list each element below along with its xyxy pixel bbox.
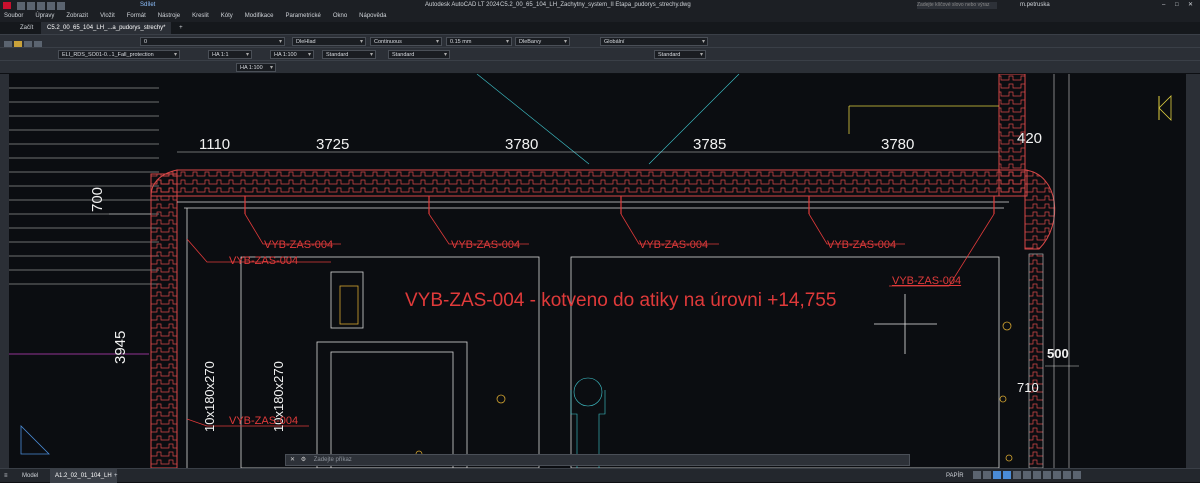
color-dropdown[interactable]: DleHlad	[292, 37, 366, 47]
tab-model[interactable]: Model	[22, 469, 38, 483]
dim-left-3945: 3945	[112, 330, 129, 364]
dim-left-700: 700	[89, 186, 106, 212]
user-name[interactable]: m.petruska	[1020, 0, 1050, 11]
undo-icon[interactable]	[47, 2, 55, 10]
document-tabs: Začít C5.2_00_65_104_LH_...a_pudorys_str…	[0, 22, 1200, 34]
menu-item-10[interactable]: Okno	[333, 13, 347, 19]
linetype-dropdown[interactable]: Continuous	[370, 37, 442, 47]
menu-item-7[interactable]: Kóty	[221, 13, 233, 19]
maximize-icon[interactable]: □	[1175, 0, 1179, 11]
customize-icon[interactable]	[1073, 471, 1081, 480]
toolbar-styles: ELI_RDS_SO01-0...1_Fall_protection HA 1:…	[0, 47, 1200, 60]
dim-top-6: 420	[1017, 130, 1043, 147]
command-input[interactable]: Zadejte příkaz	[314, 457, 352, 463]
open-icon[interactable]	[27, 2, 35, 10]
toolbar-draw: HA 1:100	[0, 60, 1200, 73]
save-icon[interactable]	[37, 2, 45, 10]
menu-item-6[interactable]: Kreslit	[192, 13, 209, 19]
right-tool-palette[interactable]	[1186, 74, 1200, 468]
command-wrench-icon[interactable]: ⚙	[301, 457, 306, 463]
viewport-scale-dropdown[interactable]: HA 1:100	[270, 50, 314, 60]
ucs-dropdown[interactable]: Globální	[600, 37, 708, 47]
osnap-icon[interactable]	[1013, 471, 1021, 480]
dim-right-710: 710	[1017, 380, 1039, 395]
title-bar: Sdílet Autodesk AutoCAD LT 2024 C5.2_00_…	[0, 0, 1200, 11]
left-tool-palette[interactable]	[0, 74, 9, 468]
plotstyle-dropdown[interactable]: DleBarvy	[515, 37, 570, 47]
polar-icon[interactable]	[1003, 471, 1011, 480]
menu-item-5[interactable]: Nástroje	[158, 13, 180, 19]
dim-top-4: 3785	[693, 136, 727, 153]
vertical-label-1: 10x180x270	[202, 361, 217, 432]
menu-item-1[interactable]: Úpravy	[35, 13, 54, 19]
anchor-tag-7: VYB-ZAS-004	[229, 415, 299, 427]
isolate-icon[interactable]	[1053, 471, 1061, 480]
command-close-icon[interactable]: ✕	[290, 457, 295, 463]
status-toggles	[972, 469, 1082, 483]
menu-item-4[interactable]: Formát	[127, 13, 146, 19]
add-tab-button[interactable]: +	[173, 22, 189, 34]
dim-style-dropdown[interactable]: Standard	[388, 50, 450, 60]
new-icon[interactable]	[17, 2, 25, 10]
scale3-dropdown[interactable]: HA 1:100	[236, 63, 276, 73]
grid-icon[interactable]	[973, 471, 981, 480]
lineweight-dropdown[interactable]: 0.15 mm	[446, 37, 512, 47]
command-line[interactable]: ✕ ⚙ Zadejte příkaz	[285, 454, 910, 466]
ortho-icon[interactable]	[993, 471, 1001, 480]
menu-item-9[interactable]: Parametrické	[285, 13, 320, 19]
layer2-dropdown[interactable]: ELI_RDS_SO01-0...1_Fall_protection	[58, 50, 180, 60]
anchoring-note: VYB-ZAS-004 - kotveno do atiky na úrovni…	[405, 290, 837, 311]
tab-drawing-file[interactable]: C5.2_00_65_104_LH_...a_pudorys_strechy*	[41, 22, 172, 34]
text-style-dropdown[interactable]: Standard	[322, 50, 376, 60]
anchor-tag-5: VYB-ZAS-004	[892, 275, 962, 287]
menu-item-8[interactable]: Modifikace	[245, 13, 274, 19]
dim-top-1: 1110	[199, 136, 231, 153]
tab-layout[interactable]: A1.2_02_01_104_LH	[50, 469, 117, 483]
drawing-geometry	[9, 74, 1172, 468]
menu-bar: Soubor Úpravy Zobrazit Vložit Formát Nástroje…	[0, 11, 1200, 22]
snap-icon[interactable]	[983, 471, 991, 480]
annotation-icon[interactable]	[1023, 471, 1031, 480]
minimize-icon[interactable]: –	[1162, 0, 1165, 11]
layer-dropdown[interactable]: 0	[140, 37, 285, 47]
autocad-logo-icon[interactable]	[3, 2, 11, 9]
share-button[interactable]: Sdílet	[140, 0, 155, 11]
workspace-icon[interactable]	[1033, 471, 1041, 480]
fullscreen-icon[interactable]	[1063, 471, 1071, 480]
menu-item-11[interactable]: Nápověda	[359, 13, 386, 19]
tab-start[interactable]: Začít	[14, 22, 39, 34]
redo-icon[interactable]	[57, 2, 65, 10]
drawing-canvas[interactable]: 1110 3725 3780 3785 3780 420 700 3945 50…	[9, 74, 1186, 468]
add-layout-button[interactable]: +	[114, 469, 118, 483]
dim-right-500: 500	[1047, 346, 1069, 361]
anchor-tag-2: VYB-ZAS-004	[451, 239, 521, 251]
dim-top-3: 3780	[505, 136, 539, 153]
table-style-dropdown[interactable]: Standard	[654, 50, 706, 60]
file-name: C5.2_00_65_104_LH_Zachytny_system_II Eta…	[500, 2, 691, 8]
space-toggle[interactable]: PAPÍR	[946, 469, 964, 483]
menu-item-3[interactable]: Vložit	[100, 13, 115, 19]
annotation-scale-dropdown[interactable]: HA 1:1	[208, 50, 252, 60]
layout-menu-icon[interactable]: ≡	[4, 469, 8, 483]
menu-item-0[interactable]: Soubor	[4, 13, 23, 19]
app-title: Autodesk AutoCAD LT 2024	[425, 2, 500, 8]
menu-item-2[interactable]: Zobrazit	[66, 13, 88, 19]
search-input[interactable]: Zadejte klíčové slovo nebo výraz	[917, 2, 997, 9]
lock-icon[interactable]	[1043, 471, 1051, 480]
toolbar-layers: 0 DleHlad Continuous 0.15 mm DleBarvy Gl…	[0, 34, 1200, 49]
anchor-tag-3: VYB-ZAS-004	[639, 239, 709, 251]
close-icon[interactable]: ✕	[1188, 0, 1193, 11]
dim-top-5: 3780	[881, 136, 915, 153]
dim-top-2: 3725	[316, 136, 350, 153]
anchor-tag-4: VYB-ZAS-004	[827, 239, 897, 251]
status-bar: ≡ Model A1.2_02_01_104_LH + PAPÍR	[0, 468, 1200, 483]
anchor-tag-1: VYB-ZAS-004	[264, 239, 334, 251]
anchor-tag-6: VYB-ZAS-004	[229, 255, 299, 267]
